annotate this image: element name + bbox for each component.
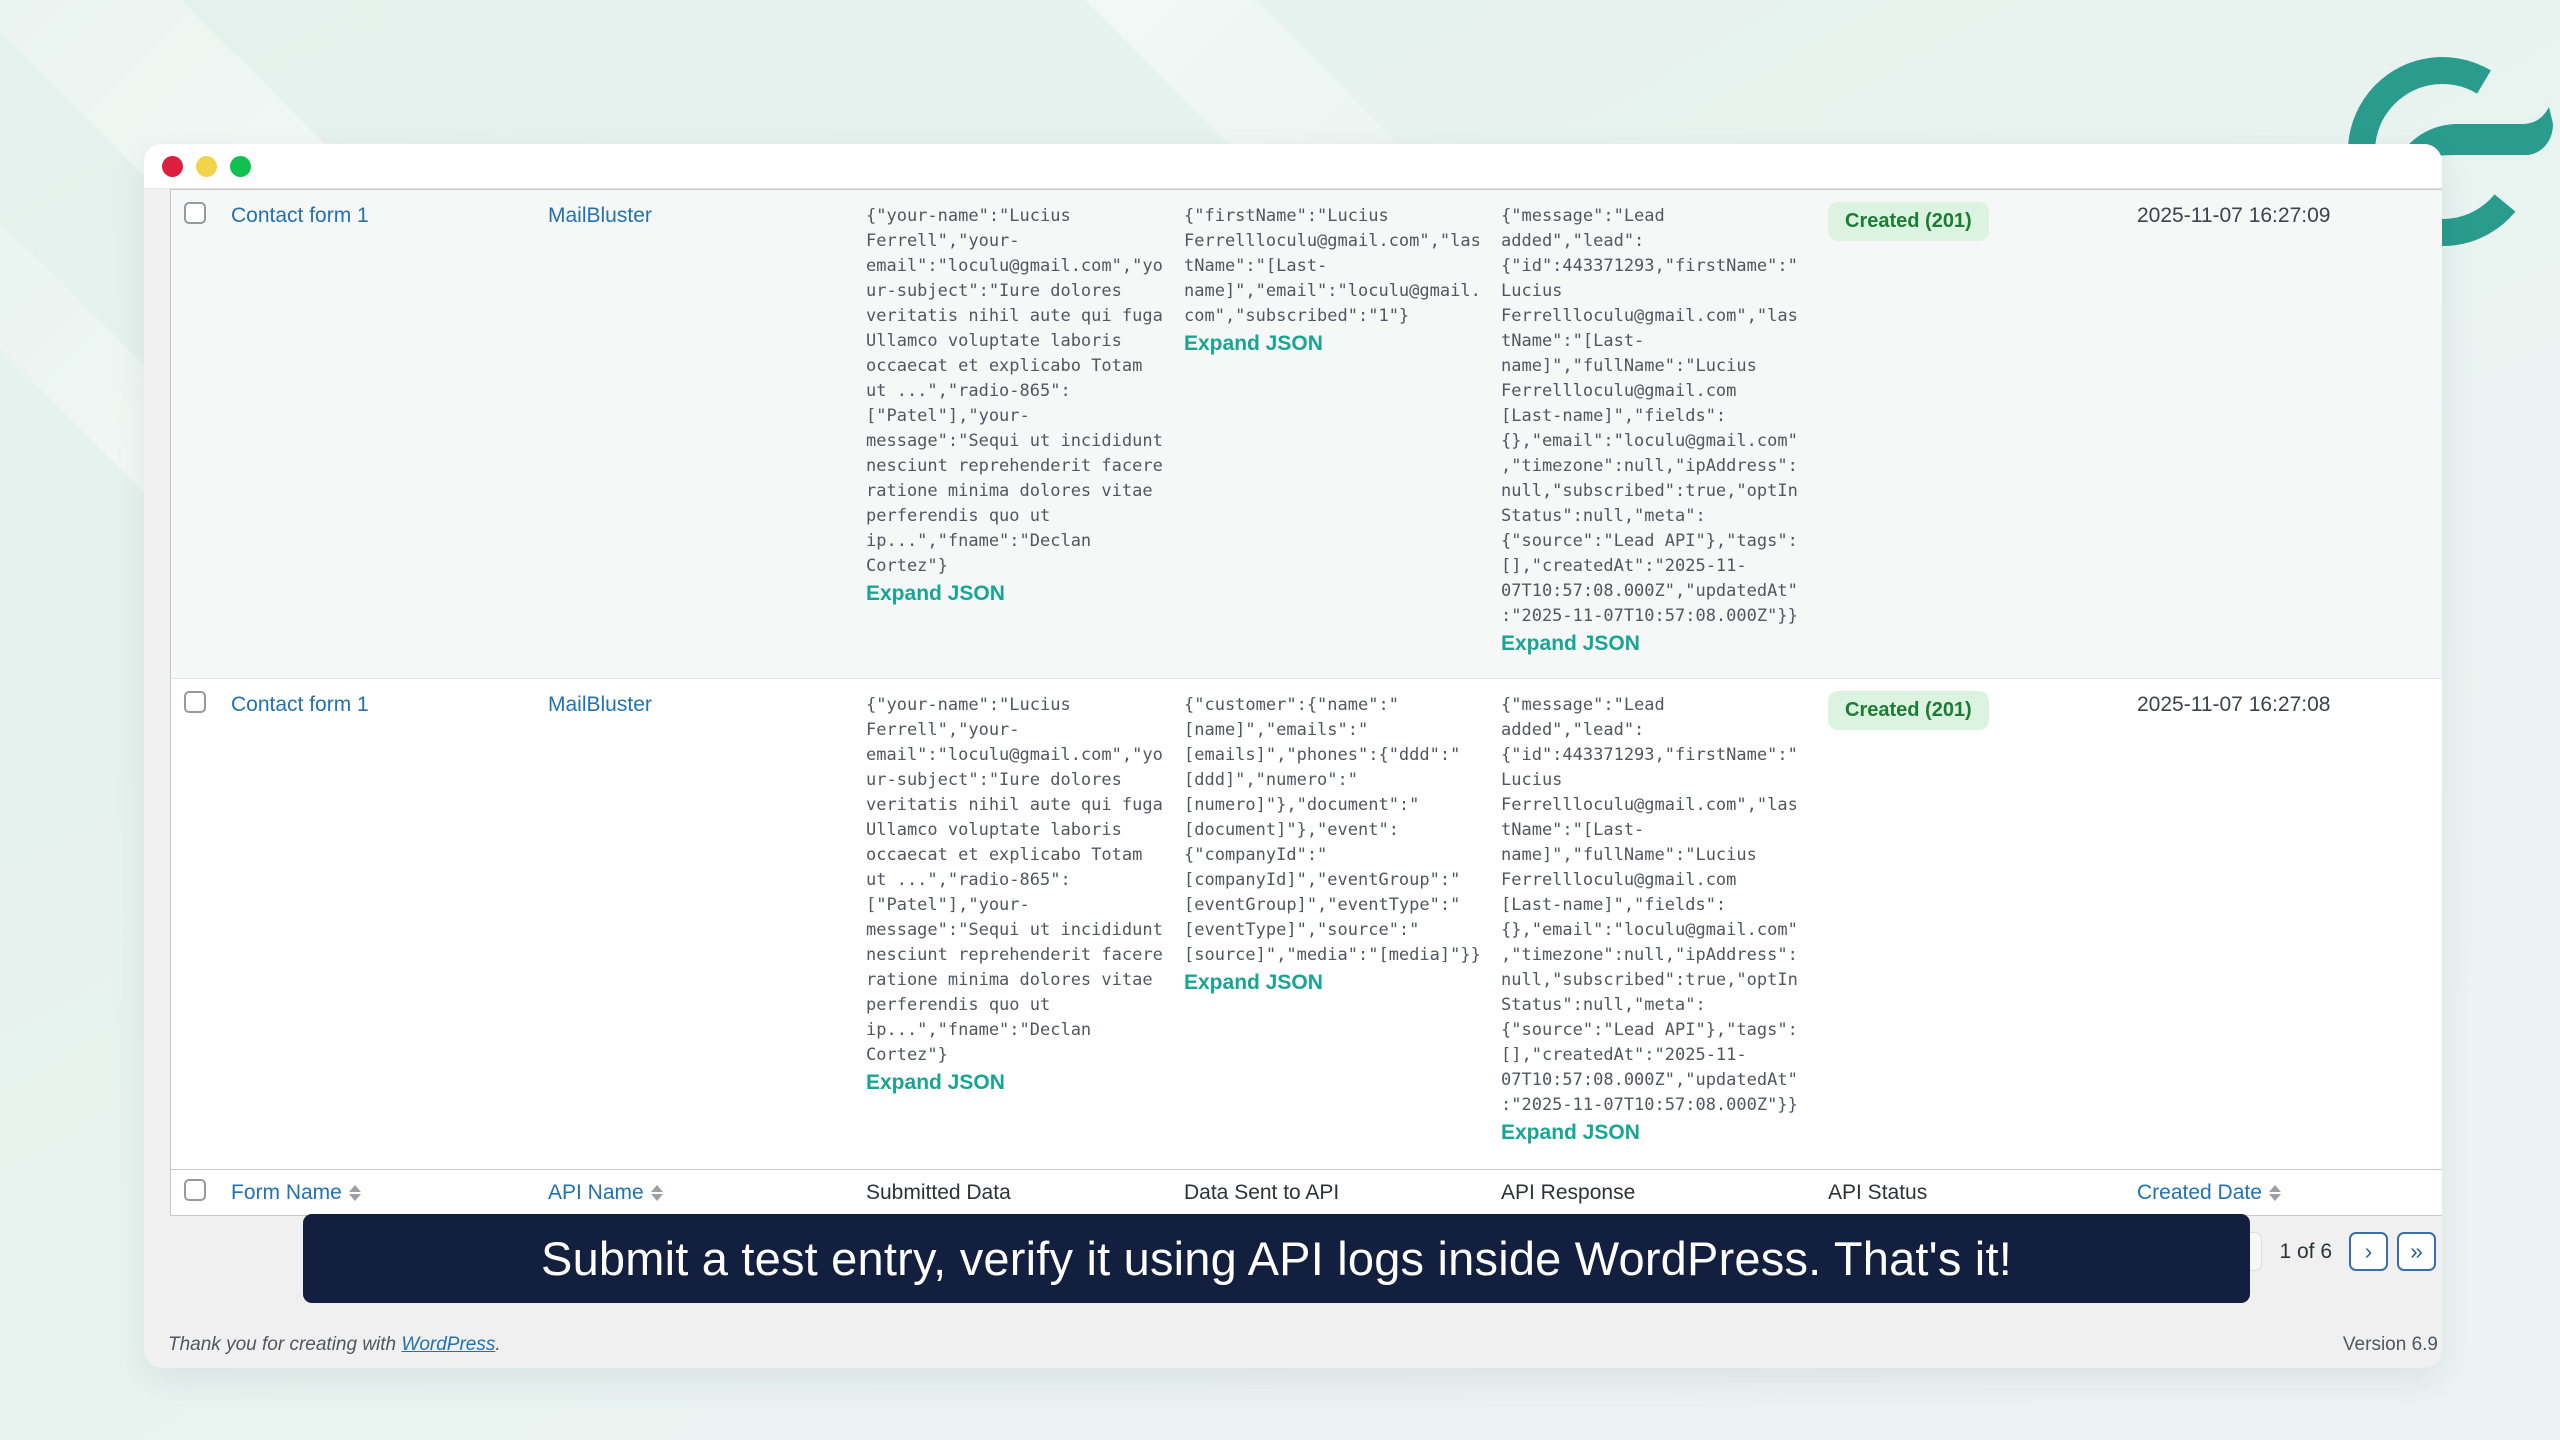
- sort-arrows-icon[interactable]: [651, 1185, 663, 1201]
- data-sent-json: {"customer":{"name":"[name]","emails":"[…: [1184, 693, 1491, 968]
- expand-json-link[interactable]: Expand JSON: [1184, 971, 1323, 995]
- thanks-prefix: Thank you for creating with: [168, 1334, 401, 1355]
- thanks-text: Thank you for creating with WordPress.: [168, 1334, 501, 1356]
- page-info: 1 of 6: [2279, 1240, 2332, 1264]
- video-caption-overlay: Submit a test entry, verify it using API…: [303, 1214, 2250, 1303]
- api-name-link[interactable]: MailBluster: [548, 693, 652, 716]
- sort-arrows-icon[interactable]: [349, 1185, 361, 1201]
- table-footer-header-row: Form Name API Name Submitted Data Data S…: [171, 1169, 2442, 1215]
- column-header-data-sent: Data Sent to API: [1184, 1181, 1501, 1205]
- last-page-button[interactable]: »: [2397, 1232, 2436, 1271]
- row-checkbox[interactable]: [184, 202, 206, 224]
- admin-footer: Thank you for creating with WordPress. V…: [168, 1334, 2438, 1356]
- column-header-label: Submitted Data: [866, 1181, 1011, 1205]
- browser-window: Contact form 1 MailBluster {"your-name":…: [144, 144, 2442, 1368]
- expand-json-link[interactable]: Expand JSON: [866, 1071, 1005, 1095]
- column-header-api-response: API Response: [1501, 1181, 1828, 1205]
- sort-arrows-icon[interactable]: [2269, 1185, 2281, 1201]
- column-header-created-date[interactable]: Created Date: [2137, 1181, 2442, 1205]
- expand-json-link[interactable]: Expand JSON: [1501, 632, 1640, 656]
- created-date: 2025-11-07 16:27:09: [2137, 190, 2442, 678]
- minimize-window-icon[interactable]: [196, 156, 217, 177]
- column-header-label: API Status: [1828, 1181, 1927, 1205]
- api-logs-table: Contact form 1 MailBluster {"your-name":…: [170, 189, 2442, 1216]
- column-header-label: Form Name: [231, 1181, 342, 1205]
- select-all-checkbox[interactable]: [184, 1179, 206, 1201]
- wp-admin-content: Contact form 1 MailBluster {"your-name":…: [144, 189, 2442, 1368]
- thanks-suffix: .: [495, 1334, 500, 1355]
- expand-json-link[interactable]: Expand JSON: [866, 582, 1005, 606]
- status-badge: Created (201): [1828, 691, 1989, 730]
- next-page-button[interactable]: ›: [2349, 1232, 2388, 1271]
- column-header-label: API Name: [548, 1181, 644, 1205]
- window-titlebar: [144, 144, 2442, 189]
- column-header-api-status: API Status: [1828, 1181, 2137, 1205]
- column-header-label: Data Sent to API: [1184, 1181, 1339, 1205]
- created-date: 2025-11-07 16:27:08: [2137, 679, 2442, 1169]
- zoom-window-icon[interactable]: [230, 156, 251, 177]
- column-header-label: Created Date: [2137, 1181, 2262, 1205]
- row-checkbox[interactable]: [184, 691, 206, 713]
- column-header-submitted-data: Submitted Data: [866, 1181, 1184, 1205]
- pagination: ‹ 1 of 6 › »: [2223, 1232, 2436, 1271]
- submitted-data-json: {"your-name":"Lucius Ferrell","your-emai…: [866, 204, 1173, 579]
- api-response-json: {"message":"Lead added","lead":{"id":443…: [1501, 204, 1808, 629]
- version-text: Version 6.9: [2343, 1334, 2438, 1356]
- wordpress-link[interactable]: WordPress: [401, 1334, 495, 1355]
- form-name-link[interactable]: Contact form 1: [231, 204, 369, 227]
- data-sent-json: {"firstName":"Lucius Ferrellloculu@gmail…: [1184, 204, 1491, 329]
- expand-json-link[interactable]: Expand JSON: [1501, 1121, 1640, 1145]
- table-row: Contact form 1 MailBluster {"your-name":…: [171, 190, 2442, 679]
- close-window-icon[interactable]: [162, 156, 183, 177]
- table-row: Contact form 1 MailBluster {"your-name":…: [171, 679, 2442, 1169]
- expand-json-link[interactable]: Expand JSON: [1184, 332, 1323, 356]
- status-badge: Created (201): [1828, 202, 1989, 241]
- column-header-form-name[interactable]: Form Name: [231, 1181, 548, 1205]
- submitted-data-json: {"your-name":"Lucius Ferrell","your-emai…: [866, 693, 1173, 1068]
- api-response-json: {"message":"Lead added","lead":{"id":443…: [1501, 693, 1808, 1118]
- api-name-link[interactable]: MailBluster: [548, 204, 652, 227]
- form-name-link[interactable]: Contact form 1: [231, 693, 369, 716]
- column-header-api-name[interactable]: API Name: [548, 1181, 866, 1205]
- column-header-label: API Response: [1501, 1181, 1635, 1205]
